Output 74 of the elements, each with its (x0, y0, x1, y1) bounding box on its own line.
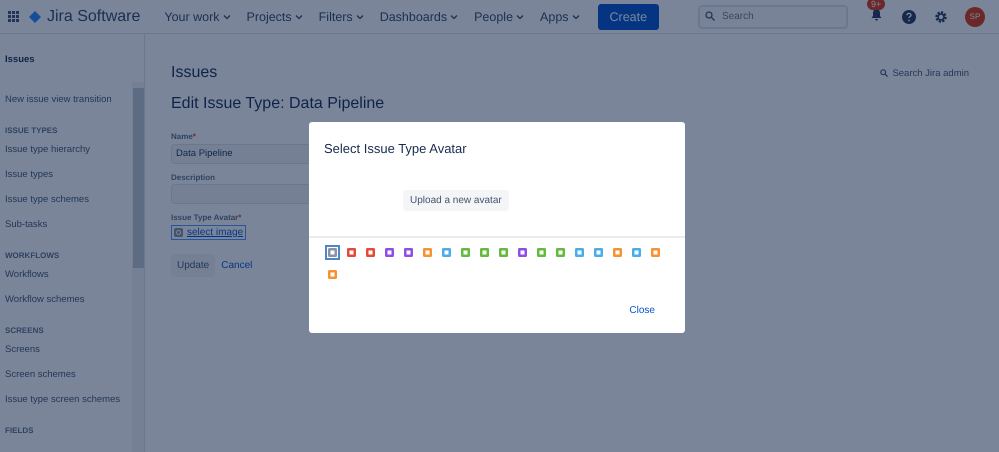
nav-menu[interactable]: Apps (534, 6, 586, 28)
sidebar-title: Issues (5, 54, 36, 65)
sidebar-item[interactable]: Issue types (5, 167, 132, 192)
sidebar-item[interactable]: Workflows (5, 267, 132, 292)
bell-icon[interactable] (870, 8, 883, 20)
avatar-option[interactable] (572, 245, 587, 260)
settings-icon[interactable] (934, 10, 948, 24)
avatar-option[interactable] (496, 245, 511, 260)
search-icon (705, 10, 715, 20)
sidebar-item[interactable]: Issue type screen schemes (5, 392, 132, 417)
select-image-link[interactable]: select image (171, 225, 246, 240)
avatar-option[interactable] (325, 267, 340, 282)
sidebar-item[interactable]: New issue view transition (5, 92, 132, 117)
sidebar-item[interactable]: Workflow schemes (5, 292, 132, 317)
chevron-down-icon (294, 14, 303, 20)
sidebar-item[interactable]: Sub-tasks (5, 217, 132, 242)
nav-menu[interactable]: Your work (158, 6, 236, 28)
sidebar-heading: SCREENS (5, 325, 45, 337)
avatar-option[interactable] (439, 245, 454, 260)
sidebar-item[interactable]: Issue type hierarchy (5, 142, 132, 167)
description-field[interactable] (171, 184, 311, 204)
sidebar-heading: ISSUE TYPES (5, 125, 58, 137)
sidebar-heading: WORKFLOWS (5, 250, 60, 262)
sidebar-heading: FIELDS (5, 425, 34, 437)
chevron-down-icon (572, 14, 580, 20)
create-button[interactable]: Create (598, 4, 660, 30)
dialog-title: Select Issue Type Avatar (323, 140, 468, 156)
sidebar-item[interactable]: Screen schemes (5, 367, 132, 392)
sidebar-item[interactable]: Screens (5, 342, 132, 367)
avatar-option[interactable] (344, 245, 359, 260)
search-field[interactable]: Search (698, 4, 848, 28)
nav-menu[interactable]: Dashboards (374, 6, 464, 28)
avatar-option[interactable] (610, 245, 625, 260)
cancel-link[interactable]: Cancel (221, 260, 252, 271)
product-name[interactable]: Jira Software (47, 8, 140, 26)
section-title: Issues (171, 64, 218, 82)
field-label: Name* (171, 132, 197, 141)
avatar-option[interactable] (458, 245, 473, 260)
avatar-option[interactable] (401, 245, 416, 260)
search-icon (880, 69, 888, 77)
chevron-down-icon (356, 14, 364, 20)
avatar-option[interactable] (382, 245, 397, 260)
close-button[interactable]: Close (623, 304, 661, 317)
nav-menu[interactable]: People (468, 6, 530, 28)
avatar-option[interactable] (629, 245, 644, 260)
sidebar-item[interactable]: Issue type schemes (5, 192, 132, 217)
scrollbar[interactable] (132, 82, 144, 452)
user-avatar[interactable]: SP (965, 6, 985, 26)
avatar-option[interactable] (648, 245, 663, 260)
search-admin-link[interactable]: Search Jira admin (880, 64, 969, 82)
upload-avatar-button[interactable]: Upload a new avatar (403, 190, 509, 211)
chevron-down-icon (516, 14, 524, 20)
update-button[interactable]: Update (171, 254, 216, 277)
avatar-option[interactable] (363, 245, 378, 260)
diamond-logo-icon (29, 10, 41, 22)
avatar-option[interactable] (591, 245, 606, 260)
avatar-option[interactable] (325, 245, 340, 260)
chevron-down-icon (450, 14, 458, 20)
avatar-option[interactable] (553, 245, 568, 260)
page-heading: Edit Issue Type: Data Pipeline (171, 95, 386, 113)
field-label: Issue Type Avatar* (171, 213, 242, 222)
avatar-option[interactable] (420, 245, 435, 260)
field-label: Description (171, 172, 216, 182)
avatar-option[interactable] (477, 245, 492, 260)
notification-count: 9+ (867, 0, 886, 10)
help-icon[interactable] (902, 10, 916, 24)
app-grid-icon[interactable] (8, 11, 19, 22)
avatar-option[interactable] (534, 245, 549, 260)
avatar-icon (174, 228, 183, 237)
chevron-down-icon (222, 14, 230, 20)
nav-menu[interactable]: Projects (240, 6, 309, 28)
nav-menu[interactable]: Filters (312, 6, 370, 28)
avatar-option[interactable] (515, 245, 530, 260)
name-field[interactable]: Data Pipeline (171, 144, 311, 164)
